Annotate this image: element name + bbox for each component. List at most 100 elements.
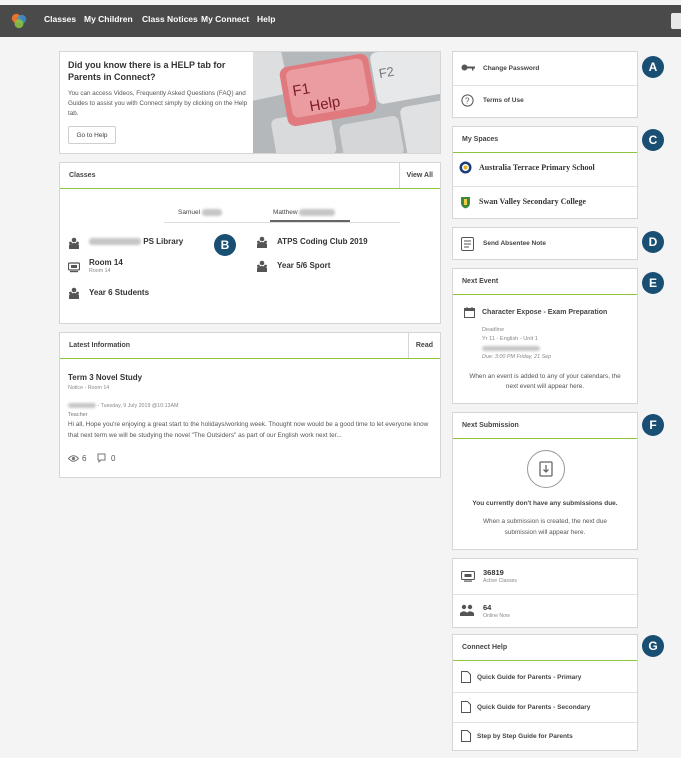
nav-help[interactable]: Help [257,14,275,24]
help-banner: Did you know there is a HELP tab for Par… [59,51,441,154]
no-submissions-text: You currently don't have any submissions… [472,500,618,507]
tab-samuel[interactable]: Samuel [178,209,222,216]
notice-title[interactable]: Term 3 Novel Study [68,373,142,382]
key-icon [461,64,475,71]
event-kind: Deadline [482,327,505,333]
annotation-badge-e: E [642,272,664,294]
annotation-badge-g: G [642,635,664,657]
class-year-5-6-sport[interactable]: Year 5/6 Sport [277,261,330,270]
top-nav-bar: Classes My Children Class Notices My Con… [0,5,681,37]
guide-secondary-link[interactable]: Quick Guide for Parents - Secondary [477,704,590,711]
class-name: PS Library [143,237,184,246]
my-spaces-card: My Spaces Australia Terrace Primary Scho… [452,126,639,219]
school-australia-terrace[interactable]: Australia Terrace Primary School [479,163,595,172]
stats-card: 36819 Active Classes 64 Online Now [452,558,639,628]
comment-icon [97,453,106,463]
class-year-6-students[interactable]: Year 6 Students [89,288,149,297]
school-swan-valley[interactable]: Swan Valley Secondary College [479,197,586,206]
submission-note: When a submission is created, the next d… [483,518,607,536]
keyboard-image: F1 Help F2 [253,52,440,153]
active-tab-indicator [270,220,350,222]
read-button[interactable]: Read [407,333,440,358]
event-note: When an event is added to any of your ca… [469,373,621,391]
classroom-icon [68,262,80,273]
key-f2-label: F2 [378,64,396,81]
notice-meta: - Tuesday, 9 July 2019 @10:13AM [68,403,178,409]
change-password-link[interactable]: Change Password [483,65,539,72]
class-subtitle: Room 14 [89,268,111,274]
notice-location: Notice - Room 14 [68,385,110,391]
account-card: Change Password ? Terms of Use [452,51,639,118]
note-icon [461,237,474,251]
tab-matthew[interactable]: Matthew [273,209,336,217]
blurred-surname [299,209,336,216]
guide-primary-link[interactable]: Quick Guide for Parents - Primary [477,674,581,681]
connect-help-title: Connect Help [462,644,508,651]
calendar-icon [464,307,475,318]
svg-text:?: ? [465,97,470,106]
class-group-icon [69,237,79,249]
school-crest-icon [459,161,472,174]
online-now-label: Online Now [483,613,510,619]
connect-help-card: Connect Help Quick Guide for Parents - P… [452,634,639,751]
classes-card: Classes View All Samuel Matthew PS Libra… [59,162,441,324]
notice-body: Hi all, Hope you're enjoying a great sta… [68,421,429,439]
comments-count: 0 [111,454,116,463]
blurred-surname [201,209,222,216]
divider [453,594,639,595]
send-absentee-note-link[interactable]: Send Absentee Note [483,240,546,247]
divider [453,85,639,86]
blurred-event-detail [482,346,540,351]
event-name[interactable]: Character Expose - Exam Preparation [482,309,607,316]
submission-upload-icon [527,450,565,488]
annotation-badge-b: B [214,234,236,256]
class-ps-library[interactable]: PS Library [89,237,183,246]
next-submission-title: Next Submission [462,422,519,429]
class-group-icon [69,287,79,299]
notice-author-role: Teacher [68,412,88,418]
event-due: Due: 3:00 PM Friday, 21 Sep [482,354,552,360]
banner-title: Did you know there is a HELP tab for Par… [68,60,226,82]
banner-description: You can access Videos, Frequently Asked … [68,90,248,117]
classes-title: Classes [69,172,96,179]
user-avatar-icon[interactable] [671,13,681,29]
question-icon: ? [461,94,474,107]
tab-samuel-label: Samuel [178,209,201,217]
document-icon [461,671,471,683]
next-submission-card: Next Submission You currently don't have… [452,412,638,550]
class-atps-coding-club[interactable]: ATPS Coding Club 2019 [277,237,368,246]
connect-logo-icon[interactable] [10,12,28,30]
nav-my-connect[interactable]: My Connect [201,14,249,24]
class-room-14[interactable]: Room 14 Room 14 [89,258,123,274]
guide-step-by-step-link[interactable]: Step by Step Guide for Parents [477,733,573,740]
notice-date: - Tuesday, 9 July 2019 @10:13AM [97,403,179,409]
event-subject: Yr 11 - English - Unit 1 [482,336,538,342]
latest-information-card: Latest Information Read Term 3 Novel Stu… [59,332,441,478]
divider [453,722,639,723]
key-f1-label: F1 [291,80,311,100]
tab-matthew-label: Matthew [273,209,298,217]
document-icon [461,701,471,713]
nav-class-notices[interactable]: Class Notices [142,14,198,24]
my-spaces-title: My Spaces [462,136,499,143]
absentee-card[interactable]: Send Absentee Note [452,227,638,260]
nav-classes[interactable]: Classes [44,14,76,24]
latest-information-title: Latest Information [69,342,131,349]
eye-icon [68,455,79,462]
annotation-badge-f: F [642,414,664,436]
next-event-title: Next Event [462,278,499,285]
class-group-icon [257,236,267,248]
nav-my-children[interactable]: My Children [84,14,133,24]
terms-of-use-link[interactable]: Terms of Use [483,97,524,104]
users-online-icon [460,604,474,616]
blurred-school-name [89,238,141,246]
divider [453,692,639,693]
school-crest-icon [461,197,470,209]
classroom-icon [461,571,475,582]
go-to-help-button[interactable]: Go to Help [68,126,116,144]
views-count: 6 [82,454,87,463]
class-name: Room 14 [89,258,123,267]
view-all-button[interactable]: View All [398,163,440,188]
class-group-icon [257,260,267,272]
next-event-card: Next Event Character Expose - Exam Prepa… [452,268,638,404]
